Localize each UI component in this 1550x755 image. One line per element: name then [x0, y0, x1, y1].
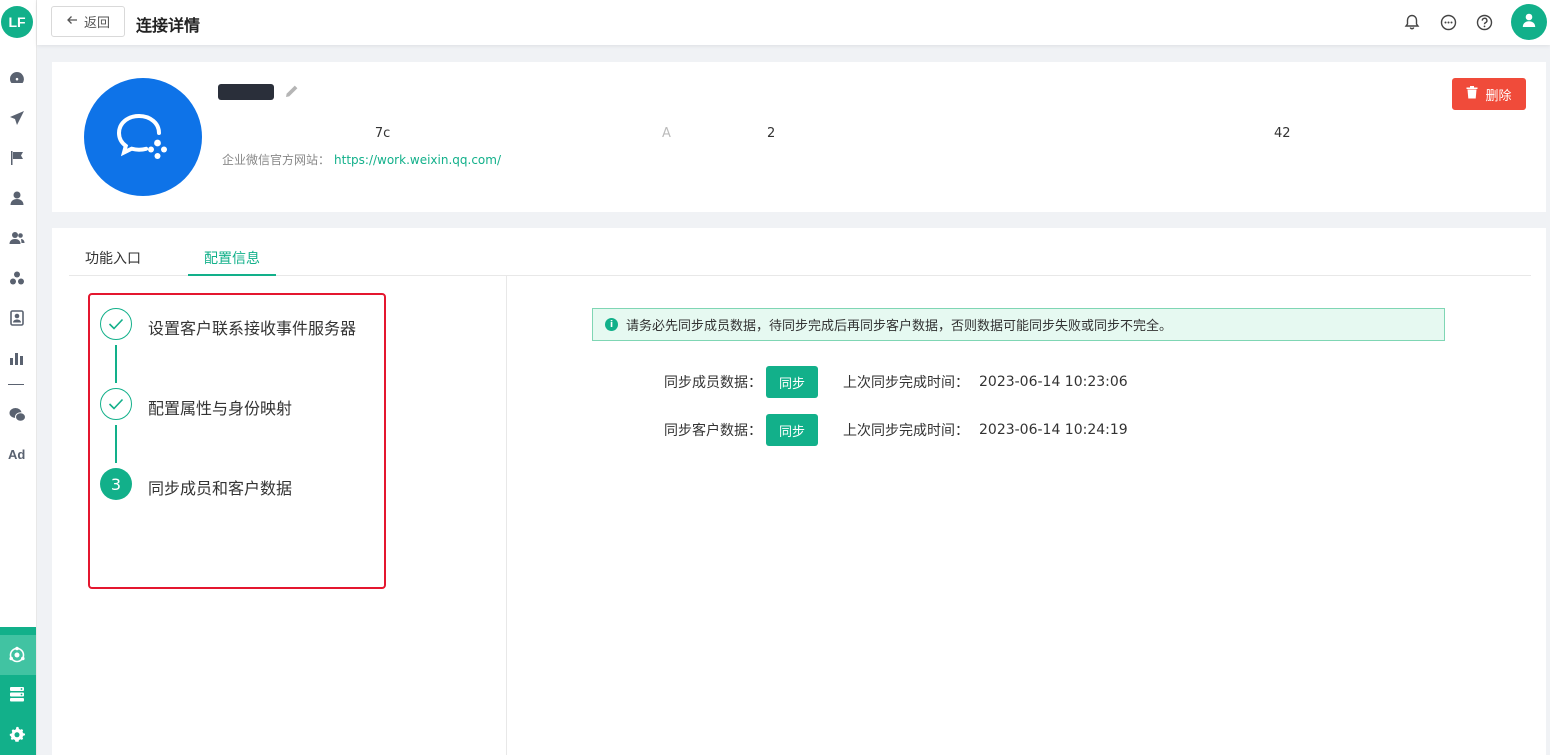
tab-bar: 功能入口 配置信息 — [69, 242, 1531, 276]
back-label: 返回 — [83, 16, 110, 31]
official-site-row: 企业微信官方网站： https://work.weixin.qq.com/ — [222, 151, 501, 168]
steps-panel: 设置客户联系接收事件服务器 配置属性与身份映射 3 同步成员和客户数据 — [88, 293, 386, 589]
sidebar-bottom-group — [0, 627, 36, 755]
dashboard-icon[interactable] — [8, 69, 26, 87]
help-icon[interactable] — [1475, 13, 1493, 31]
sync-members-label: 同步成员数据： — [664, 375, 762, 391]
step-2-label: 配置属性与身份映射 — [148, 399, 293, 418]
step-1-label: 设置客户联系接收事件服务器 — [148, 319, 357, 338]
arrow-left-icon — [66, 14, 78, 30]
integration-icon[interactable] — [8, 646, 26, 664]
sync-customers-button[interactable]: 同步 — [766, 414, 818, 446]
step-connector — [115, 345, 117, 383]
data-icon[interactable] — [8, 685, 26, 703]
official-site-label: 企业微信官方网站： — [222, 153, 331, 167]
flag-icon[interactable] — [8, 149, 26, 167]
page-title: 连接详情 — [136, 16, 201, 35]
chart-icon[interactable] — [8, 349, 26, 367]
alert-text: 请务必先同步成员数据，待同步完成后再同步客户数据，否则数据可能同步失败或同步不完… — [626, 319, 1173, 334]
sync-members-button[interactable]: 同步 — [766, 366, 818, 398]
trash-icon — [1466, 85, 1478, 103]
users-icon[interactable] — [8, 229, 26, 247]
back-button[interactable]: 返回 — [51, 6, 125, 37]
send-icon[interactable] — [8, 109, 26, 127]
sync-customers-time: 2023-06-14 10:24:19 — [979, 422, 1128, 438]
ad-label[interactable]: Ad — [8, 447, 25, 462]
step-1-check-icon — [100, 308, 132, 340]
settings-icon[interactable] — [8, 725, 26, 743]
official-site-link[interactable]: https://work.weixin.qq.com/ — [334, 153, 501, 167]
step-3-number: 3 — [100, 468, 132, 500]
sync-customers-label: 同步客户数据： — [664, 423, 762, 439]
sync-members-row: 同步成员数据： 同步 上次同步完成时间： 2023-06-14 10:23:06 — [664, 366, 1128, 398]
connection-header-card: 7c A 2 42 企业微信官方网站： https://work.weixin.q… — [52, 62, 1546, 212]
meta-field-1: 7c — [222, 126, 391, 141]
sync-customers-row: 同步客户数据： 同步 上次同步完成时间： 2023-06-14 10:24:19 — [664, 414, 1128, 446]
connection-name-redacted — [218, 84, 274, 100]
segments-icon[interactable] — [8, 269, 26, 287]
wecom-chat-icon — [116, 114, 167, 159]
meta-field-4: 42 — [1274, 126, 1291, 141]
edit-icon[interactable] — [285, 84, 301, 100]
tab-function-entry[interactable]: 功能入口 — [69, 242, 157, 276]
user-avatar[interactable] — [1511, 4, 1547, 40]
meta-field-3: 2 — [767, 126, 776, 141]
meta-field-2: A — [662, 126, 671, 141]
step-2-check-icon — [100, 388, 132, 420]
user-icon — [1521, 12, 1537, 32]
tab-config-info[interactable]: 配置信息 — [188, 242, 276, 276]
main-content-card: 功能入口 配置信息 设置客户联系接收事件服务器 配置属性与身份映射 3 同步成员… — [52, 228, 1546, 755]
sync-customers-time-label: 上次同步完成时间： — [843, 423, 969, 439]
step-3-label: 同步成员和客户数据 — [148, 479, 293, 498]
sync-members-time: 2023-06-14 10:23:06 — [979, 374, 1128, 390]
delete-label: 删除 — [1485, 88, 1512, 104]
wechat-icon[interactable] — [8, 406, 26, 424]
message-icon[interactable] — [1439, 13, 1457, 31]
sidebar: LF Ad — [0, 0, 37, 755]
delete-button[interactable]: 删除 — [1452, 78, 1526, 110]
app-logo[interactable]: LF — [1, 6, 33, 38]
profile-icon[interactable] — [8, 309, 26, 327]
panel-divider — [506, 276, 507, 755]
sync-members-time-label: 上次同步完成时间： — [843, 375, 969, 391]
user-icon[interactable] — [8, 189, 26, 207]
wecom-logo — [84, 78, 202, 196]
info-alert: i 请务必先同步成员数据，待同步完成后再同步客户数据，否则数据可能同步失败或同步… — [592, 308, 1445, 341]
bell-icon[interactable] — [1403, 13, 1421, 31]
sidebar-divider — [8, 384, 24, 385]
info-icon: i — [605, 318, 618, 331]
step-connector — [115, 425, 117, 463]
topbar: 返回 连接详情 — [37, 0, 1550, 45]
